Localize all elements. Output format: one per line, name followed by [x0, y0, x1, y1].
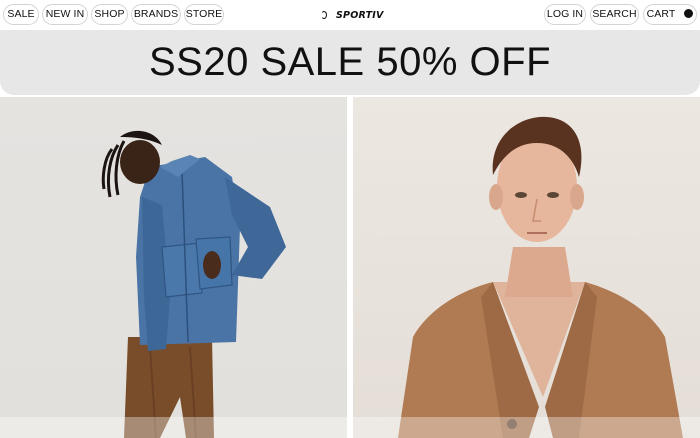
nav-log-in-button[interactable]: LOG IN [544, 4, 586, 25]
man-in-tan-cardigan-photo [353, 116, 700, 438]
cart-label: CART [646, 8, 676, 20]
man-in-denim-jacket-photo [0, 130, 347, 438]
nav-brands-button[interactable]: BRANDS [131, 4, 181, 25]
top-navigation: SALE NEW IN SHOP BRANDS STORE SPORTIV LO… [0, 0, 700, 30]
logo-mark-icon [321, 11, 327, 19]
cart-dot-icon [684, 9, 694, 18]
nav-search-button[interactable]: SEARCH [590, 4, 639, 25]
nav-cart-button[interactable]: CART [643, 4, 697, 25]
product-image-right[interactable] [353, 97, 700, 438]
nav-sale-button[interactable]: SALE [3, 4, 39, 25]
sale-banner-text: SS20 SALE 50% OFF [148, 40, 551, 84]
sale-banner[interactable]: SS20 SALE 50% OFF [0, 30, 700, 95]
nav-store-button[interactable]: STORE [184, 4, 224, 25]
brand-logo[interactable]: SPORTIV [321, 7, 384, 23]
product-image-left[interactable] [0, 97, 347, 438]
logo-text: SPORTIV [336, 9, 384, 21]
nav-new-in-button[interactable]: NEW IN [42, 4, 88, 25]
nav-shop-button[interactable]: SHOP [91, 4, 128, 25]
